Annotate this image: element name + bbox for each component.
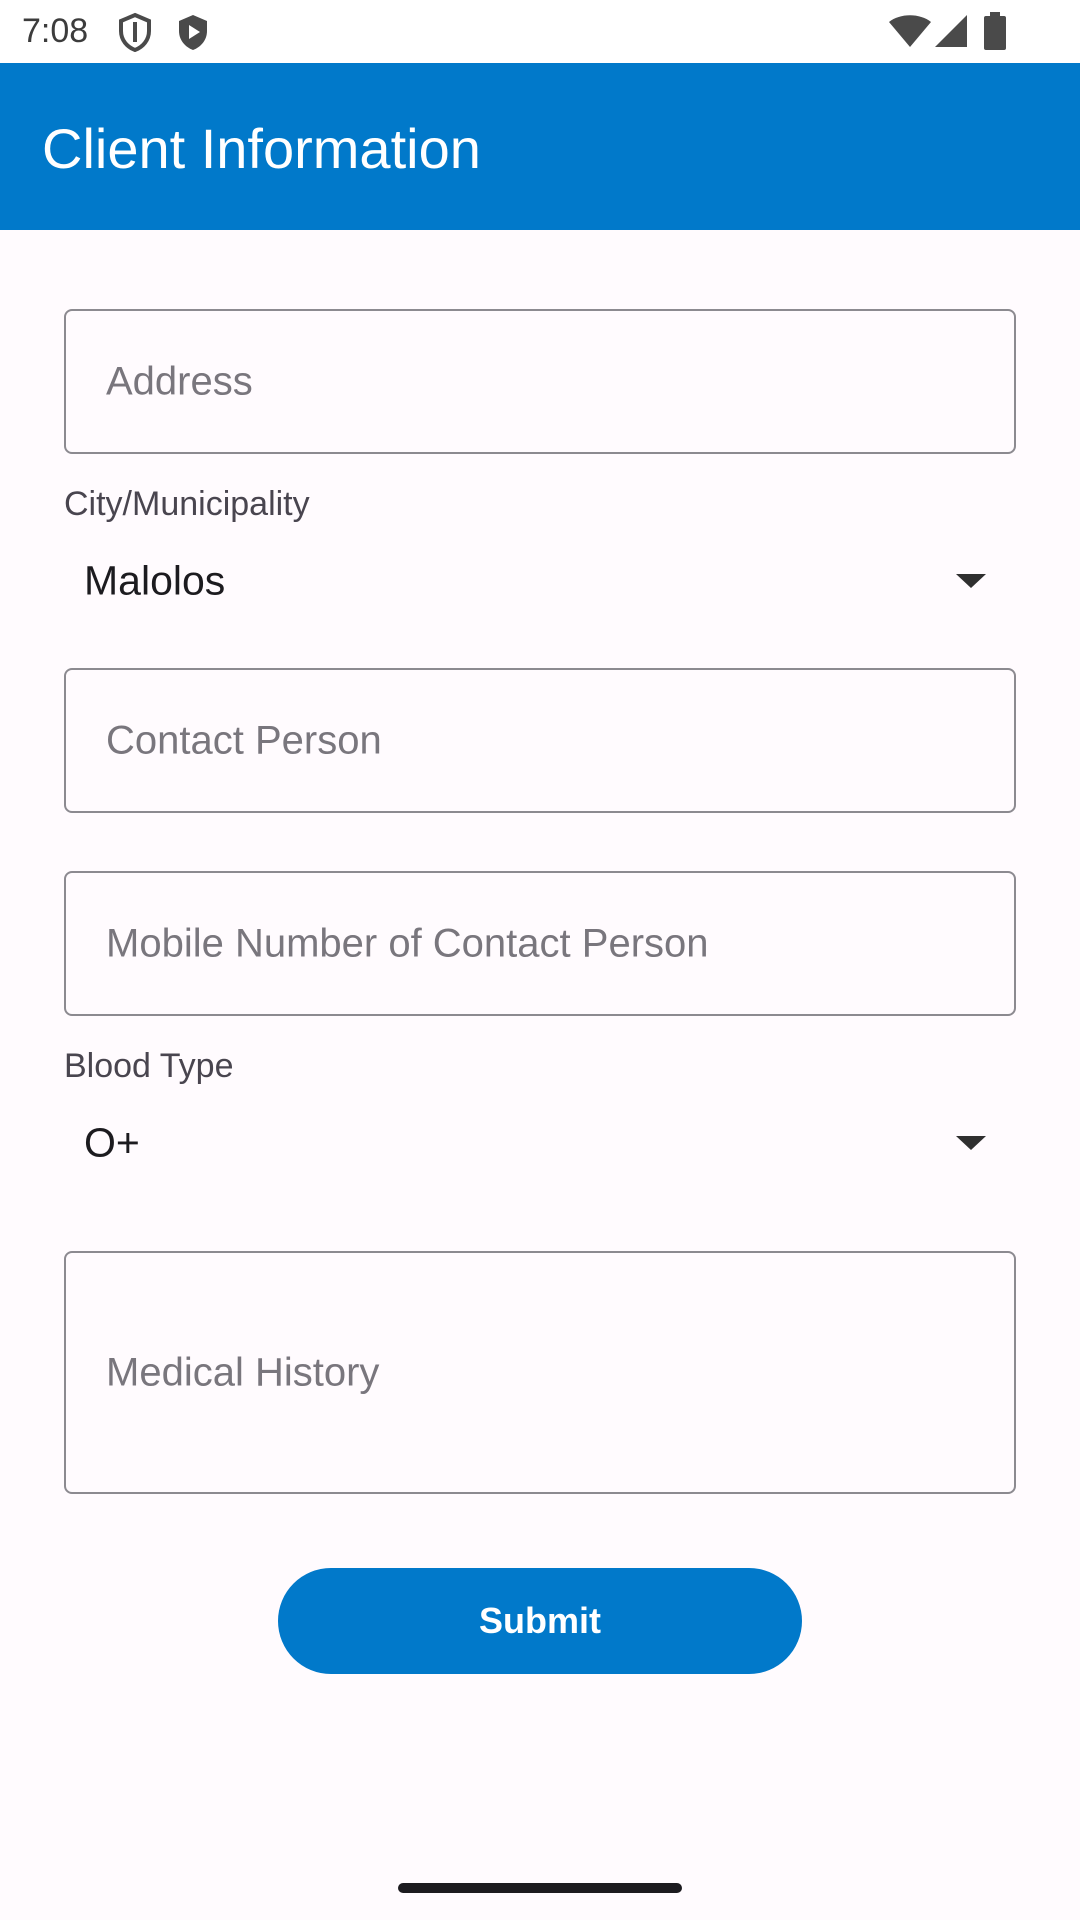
submit-button-label: Submit — [479, 1600, 601, 1641]
shield-play-icon — [176, 12, 210, 57]
status-time: 7:08 — [22, 12, 89, 50]
blood-type-dropdown[interactable]: O+ — [64, 1103, 1016, 1183]
contact-person-placeholder: Contact Person — [106, 718, 382, 762]
medical-history-field[interactable]: Medical History — [64, 1251, 1016, 1494]
page-title: Client Information — [42, 117, 481, 180]
address-placeholder: Address — [106, 359, 253, 403]
blood-type-selected-value: O+ — [84, 1119, 140, 1166]
city-selected-value: Malolos — [84, 557, 226, 604]
submit-button[interactable]: Submit — [278, 1568, 802, 1674]
wifi-icon — [888, 14, 932, 53]
signal-icon — [934, 14, 968, 53]
city-label: City/Municipality — [64, 485, 310, 523]
blood-type-label: Blood Type — [64, 1047, 234, 1085]
dropdown-arrow-icon — [956, 574, 986, 588]
contact-mobile-field[interactable]: Mobile Number of Contact Person — [64, 871, 1016, 1016]
status-bar: 7:08 — [0, 0, 1080, 63]
app-bar: Client Information — [0, 63, 1080, 230]
dropdown-arrow-icon — [956, 1136, 986, 1150]
medical-history-placeholder: Medical History — [106, 1350, 380, 1394]
city-dropdown[interactable]: Malolos — [64, 541, 1016, 621]
address-field[interactable]: Address — [64, 309, 1016, 454]
contact-mobile-placeholder: Mobile Number of Contact Person — [106, 921, 709, 965]
home-indicator[interactable] — [398, 1883, 682, 1893]
shield-outline-icon — [118, 12, 152, 57]
contact-person-field[interactable]: Contact Person — [64, 668, 1016, 813]
battery-icon — [984, 12, 1006, 55]
